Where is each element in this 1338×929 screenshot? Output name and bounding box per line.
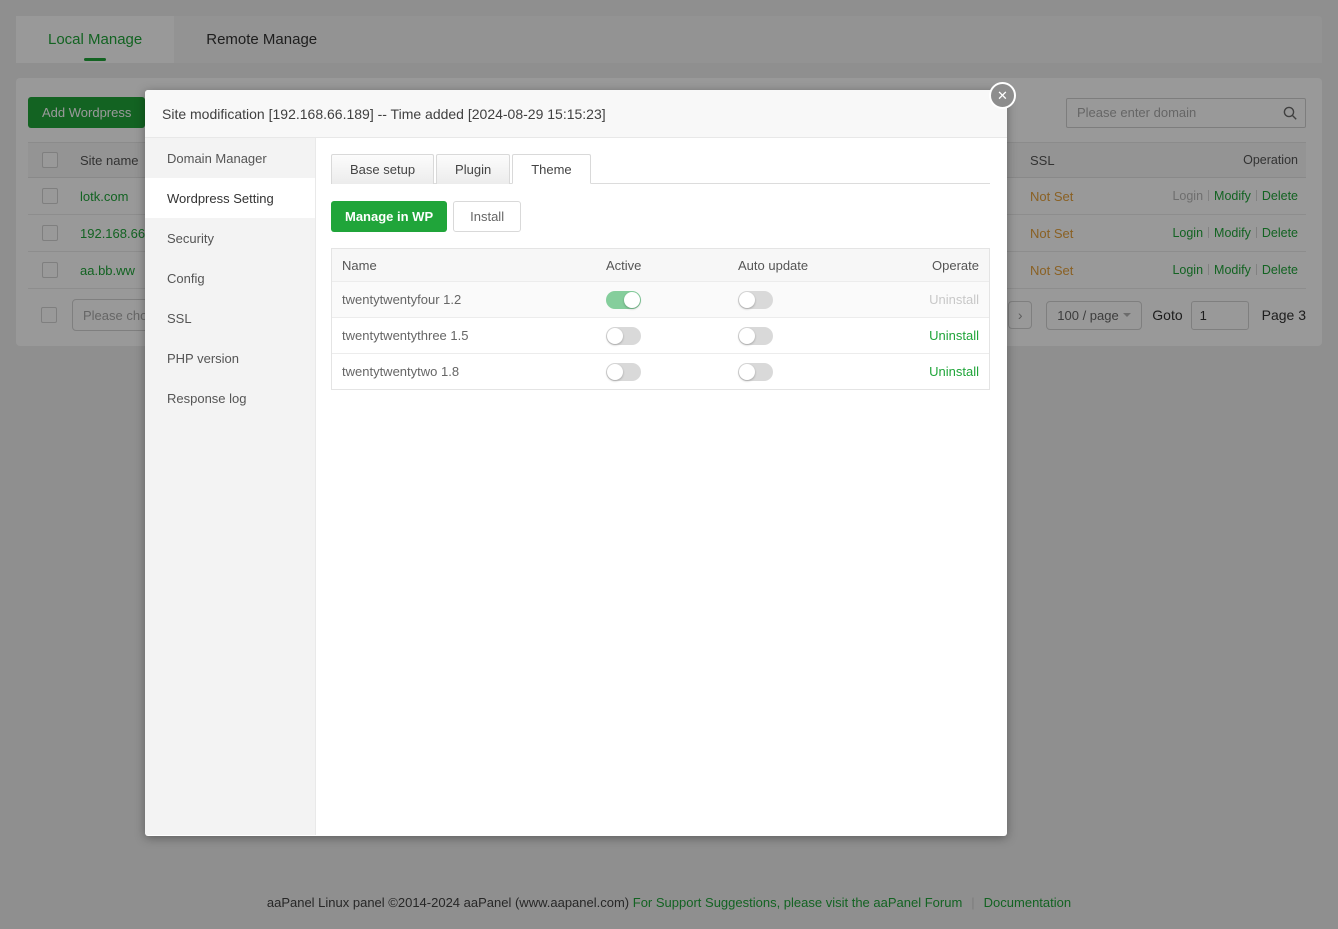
manage-in-wp-button[interactable]: Manage in WP (331, 201, 447, 232)
close-icon[interactable]: ✕ (989, 82, 1016, 109)
theme-name: twentytwentythree 1.5 (332, 328, 596, 343)
table-row: twentytwentytwo 1.8 Uninstall (332, 353, 989, 389)
modal-title: Site modification [192.168.66.189] -- Ti… (145, 90, 1007, 138)
theme-table-header: Name Active Auto update Operate (332, 249, 989, 281)
uninstall-link[interactable]: Uninstall (929, 328, 979, 343)
sidebar-item-ssl[interactable]: SSL (145, 298, 315, 338)
modal-sidebar: Domain Manager Wordpress Setting Securit… (145, 138, 316, 835)
active-toggle[interactable] (606, 363, 641, 381)
sidebar-item-response-log[interactable]: Response log (145, 378, 315, 418)
wordpress-setting-tabs: Base setup Plugin Theme (331, 153, 990, 184)
table-row: twentytwentyfour 1.2 Uninstall (332, 281, 989, 317)
install-button[interactable]: Install (453, 201, 521, 232)
table-row: twentytwentythree 1.5 Uninstall (332, 317, 989, 353)
site-modification-modal: ✕ Site modification [192.168.66.189] -- … (145, 90, 1007, 836)
sidebar-item-wordpress-setting[interactable]: Wordpress Setting (145, 178, 315, 218)
sidebar-item-domain-manager[interactable]: Domain Manager (145, 138, 315, 178)
column-operate: Operate (918, 258, 989, 273)
tab-theme[interactable]: Theme (512, 154, 590, 184)
theme-actions: Manage in WP Install (331, 201, 990, 232)
active-toggle[interactable] (606, 327, 641, 345)
auto-update-toggle[interactable] (738, 363, 773, 381)
modal-content: Base setup Plugin Theme Manage in WP Ins… (316, 138, 1007, 835)
sidebar-item-php-version[interactable]: PHP version (145, 338, 315, 378)
tab-base-setup[interactable]: Base setup (331, 154, 434, 184)
tab-plugin[interactable]: Plugin (436, 154, 510, 184)
sidebar-item-security[interactable]: Security (145, 218, 315, 258)
auto-update-toggle[interactable] (738, 327, 773, 345)
active-toggle[interactable] (606, 291, 641, 309)
auto-update-toggle[interactable] (738, 291, 773, 309)
column-name: Name (332, 258, 596, 273)
theme-name: twentytwentytwo 1.8 (332, 364, 596, 379)
uninstall-link[interactable]: Uninstall (929, 364, 979, 379)
theme-name: twentytwentyfour 1.2 (332, 292, 596, 307)
theme-table: Name Active Auto update Operate twentytw… (331, 248, 990, 390)
column-active: Active (596, 258, 728, 273)
column-auto-update: Auto update (728, 258, 918, 273)
sidebar-item-config[interactable]: Config (145, 258, 315, 298)
uninstall-link[interactable]: Uninstall (929, 292, 979, 307)
